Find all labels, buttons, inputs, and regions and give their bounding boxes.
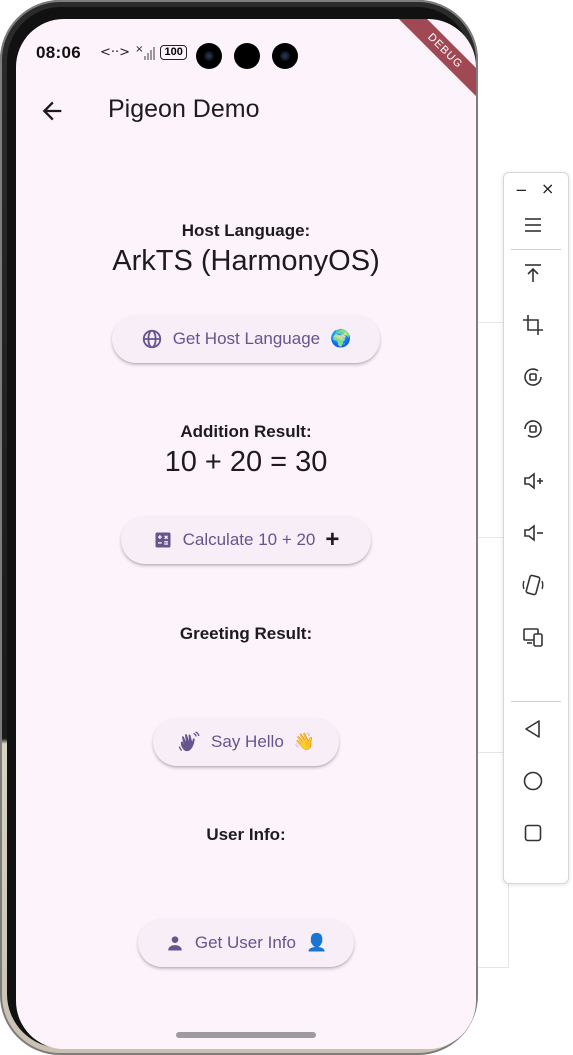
camera-lens-icon	[272, 43, 298, 69]
signal-strength-icon	[144, 46, 156, 60]
emulator-toolbar: − ×	[503, 172, 569, 884]
home-indicator[interactable]	[176, 1032, 316, 1038]
camera-sensor-icon	[234, 43, 260, 69]
debug-banner: DEBUG	[391, 19, 476, 105]
recents-nav-icon[interactable]	[521, 821, 545, 845]
close-button[interactable]: ×	[541, 179, 554, 198]
multi-device-icon[interactable]	[521, 625, 545, 649]
earth-emoji-icon: 🌍	[330, 329, 352, 348]
person-icon	[168, 936, 182, 951]
waving-hand-icon	[178, 731, 200, 752]
get-user-info-button[interactable]: Get User Info 👤	[138, 919, 354, 967]
globe-icon	[142, 329, 161, 349]
rotate-alt-icon[interactable]	[521, 417, 545, 441]
pin-top-icon[interactable]	[521, 261, 545, 285]
get-host-language-button[interactable]: Get Host Language 🌍	[112, 315, 380, 363]
say-hello-button[interactable]: Say Hello 👋	[153, 718, 339, 766]
greeting-result-label: Greeting Result:	[179, 624, 313, 643]
volume-down-icon[interactable]	[521, 521, 545, 545]
phone-screen: 08:06 <··> × 100 DEBUG Pigeon Demo Host …	[16, 19, 476, 1049]
person-emoji-icon: 👤	[305, 933, 328, 952]
no-signal-mark-icon: ×	[135, 44, 144, 55]
toolbar-window-controls: − ×	[504, 179, 568, 199]
phone-frame: 08:06 <··> × 100 DEBUG Pigeon Demo Host …	[0, 0, 478, 1055]
user-info-label: User Info:	[206, 825, 286, 844]
menu-icon[interactable]	[521, 213, 545, 237]
button-label: Calculate 10 + 20	[182, 530, 316, 549]
home-nav-icon[interactable]	[521, 769, 545, 793]
calculate-button[interactable]: Calculate 10 + 20 +	[121, 516, 371, 564]
button-label: Get Host Language	[172, 329, 321, 348]
addition-result-label: Addition Result:	[180, 422, 312, 441]
minimize-button[interactable]: −	[515, 181, 528, 199]
volume-up-icon[interactable]	[521, 469, 545, 493]
page-title: Pigeon Demo	[108, 95, 260, 123]
button-label: Say Hello	[211, 732, 284, 751]
host-language-value: ArkTS (HarmonyOS)	[112, 245, 380, 277]
status-icons: <··> × 100	[100, 44, 187, 60]
calculator-icon	[155, 532, 171, 548]
crop-icon[interactable]	[521, 313, 545, 337]
waving-hand-emoji-icon: 👋	[293, 732, 315, 751]
addition-result-value: 10 + 20 = 30	[164, 446, 328, 478]
shake-icon[interactable]	[521, 573, 545, 597]
back-arrow-icon[interactable]	[38, 97, 66, 125]
battery-icon: 100	[160, 45, 187, 60]
status-time: 08:06	[36, 43, 81, 62]
button-label: Get User Info	[194, 933, 296, 952]
toolbar-divider	[511, 701, 561, 702]
phone-bezel: 08:06 <··> × 100 DEBUG Pigeon Demo Host …	[7, 7, 476, 1049]
host-language-label: Host Language:	[181, 221, 311, 240]
toolbar-divider	[511, 249, 561, 250]
data-transfer-icon: <··>	[100, 45, 131, 60]
back-nav-icon[interactable]	[521, 717, 545, 741]
plus-icon: +	[325, 526, 340, 553]
rotate-icon[interactable]	[521, 365, 545, 389]
camera-lens-icon	[196, 43, 222, 69]
